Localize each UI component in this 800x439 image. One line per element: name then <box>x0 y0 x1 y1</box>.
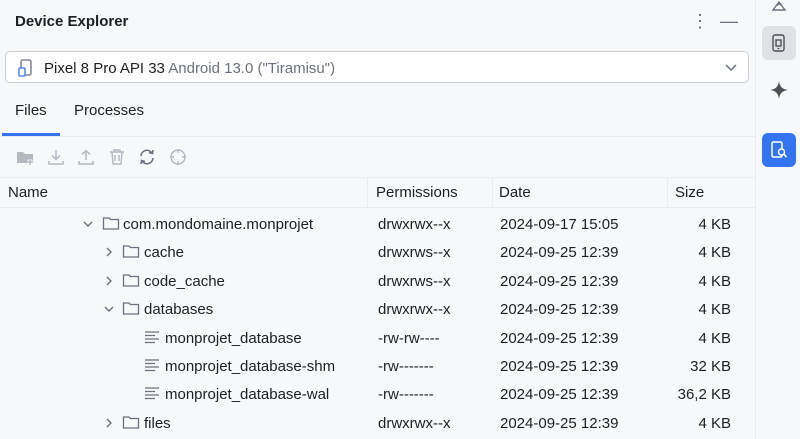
folder-icon <box>122 274 140 287</box>
file-date: 2024-09-25 12:39 <box>500 301 619 319</box>
file-date: 2024-09-25 12:39 <box>500 329 619 347</box>
more-options-icon[interactable]: ⋮ <box>691 10 709 34</box>
chevron-down-icon[interactable] <box>103 302 115 316</box>
folder-icon <box>122 302 140 315</box>
table-row[interactable]: monprojet_database -rw-rw---- 2024-09-25… <box>0 324 755 352</box>
tab-files[interactable]: Files <box>15 102 47 119</box>
table-row[interactable]: monprojet_database-wal -rw------- 2024-0… <box>0 380 755 408</box>
file-tree-table: com.mondomaine.monprojet drwxrwx--x 2024… <box>0 210 755 437</box>
file-name: databases <box>144 301 214 319</box>
file-permissions: drwxrws--x <box>378 244 451 262</box>
chevron-down-icon[interactable] <box>82 217 94 231</box>
file-size: 4 KB <box>698 272 731 290</box>
column-header-date[interactable]: Date <box>499 184 531 201</box>
file-permissions: drwxrwx--x <box>378 216 451 233</box>
phone-icon <box>18 59 32 77</box>
file-permissions: -rw------- <box>378 386 434 404</box>
file-name: com.mondomaine.monprojet <box>123 216 314 233</box>
column-header-name[interactable]: Name <box>8 184 48 201</box>
file-date: 2024-09-25 12:39 <box>500 272 619 290</box>
table-row[interactable]: files drwxrwx--x 2024-09-25 12:39 4 KB <box>0 409 755 437</box>
file-name: files <box>144 414 171 432</box>
folder-icon <box>122 245 140 259</box>
file-date: 2024-09-17 15:05 <box>500 216 619 233</box>
folder-icon <box>102 217 120 230</box>
file-size: 36,2 KB <box>677 386 731 404</box>
right-tool-strip <box>755 0 800 439</box>
file-size: 4 KB <box>698 244 731 262</box>
file-permissions: -rw-rw---- <box>378 329 440 347</box>
upload-icon[interactable] <box>75 146 97 168</box>
tab-processes[interactable]: Processes <box>74 102 144 119</box>
table-header: Name Permissions Date Size <box>0 178 755 208</box>
device-explorer-panel: Device Explorer ⋮ — Pixel 8 Pro API 33 A… <box>0 0 755 439</box>
column-divider[interactable] <box>367 178 368 207</box>
gemini-icon[interactable] <box>762 73 796 107</box>
file-date: 2024-09-25 12:39 <box>500 357 619 375</box>
column-header-size[interactable]: Size <box>675 184 704 201</box>
file-permissions: -rw------- <box>378 357 434 375</box>
file-name: monprojet_database <box>165 329 302 347</box>
column-header-permissions[interactable]: Permissions <box>376 184 458 201</box>
file-permissions: drwxrws--x <box>378 272 451 290</box>
refresh-icon[interactable] <box>136 146 158 168</box>
chevron-right-icon[interactable] <box>103 416 115 430</box>
panel-title: Device Explorer <box>15 13 129 30</box>
new-folder-icon[interactable] <box>14 146 36 168</box>
delete-icon[interactable] <box>106 146 128 168</box>
file-name: cache <box>144 244 185 262</box>
text-file-icon <box>145 359 159 372</box>
file-size: 4 KB <box>698 216 731 233</box>
table-row[interactable]: code_cache drwxrws--x 2024-09-25 12:39 4… <box>0 267 755 295</box>
table-row[interactable]: databases drwxrwx--x 2024-09-25 12:39 4 … <box>0 295 755 323</box>
device-version: Android 13.0 ("Tiramisu") <box>168 60 336 77</box>
tab-bar: Files Processes <box>0 92 755 137</box>
device-selector[interactable]: Pixel 8 Pro API 33 Android 13.0 ("Tirami… <box>5 51 749 83</box>
table-row[interactable]: cache drwxrws--x 2024-09-25 12:39 4 KB <box>0 238 755 266</box>
sync-target-icon[interactable] <box>167 146 189 168</box>
file-size: 4 KB <box>698 329 731 347</box>
download-icon[interactable] <box>45 146 67 168</box>
file-date: 2024-09-25 12:39 <box>500 386 619 404</box>
minimize-icon[interactable]: — <box>718 12 740 32</box>
file-size: 4 KB <box>698 414 731 432</box>
device-name: Pixel 8 Pro API 33 <box>44 60 165 77</box>
table-row[interactable]: monprojet_database-shm -rw------- 2024-0… <box>0 352 755 380</box>
file-name: code_cache <box>144 272 225 290</box>
folder-icon <box>122 416 140 429</box>
column-divider[interactable] <box>492 178 493 207</box>
chevron-right-icon[interactable] <box>103 274 115 288</box>
table-row[interactable]: com.mondomaine.monprojet drwxrwx--x 2024… <box>0 210 755 238</box>
toolbar <box>0 137 755 178</box>
file-date: 2024-09-25 12:39 <box>500 244 619 262</box>
file-name: monprojet_database-wal <box>165 386 330 404</box>
panel-header: Device Explorer ⋮ — <box>0 0 755 44</box>
chevron-down-icon <box>725 64 737 72</box>
active-tab-indicator <box>2 133 60 136</box>
device-explorer-icon[interactable] <box>762 133 796 167</box>
chevron-right-icon[interactable] <box>103 245 115 259</box>
column-divider[interactable] <box>667 178 668 207</box>
file-name: monprojet_database-shm <box>165 357 336 375</box>
file-permissions: drwxrwx--x <box>378 414 451 432</box>
file-size: 4 KB <box>698 301 731 319</box>
sidebar-top-icon[interactable] <box>762 0 796 20</box>
text-file-icon <box>145 387 159 400</box>
file-date: 2024-09-25 12:39 <box>500 414 619 432</box>
file-permissions: drwxrwx--x <box>378 301 451 319</box>
text-file-icon <box>145 330 159 343</box>
file-size: 32 KB <box>690 357 731 375</box>
device-manager-icon[interactable] <box>762 26 796 60</box>
